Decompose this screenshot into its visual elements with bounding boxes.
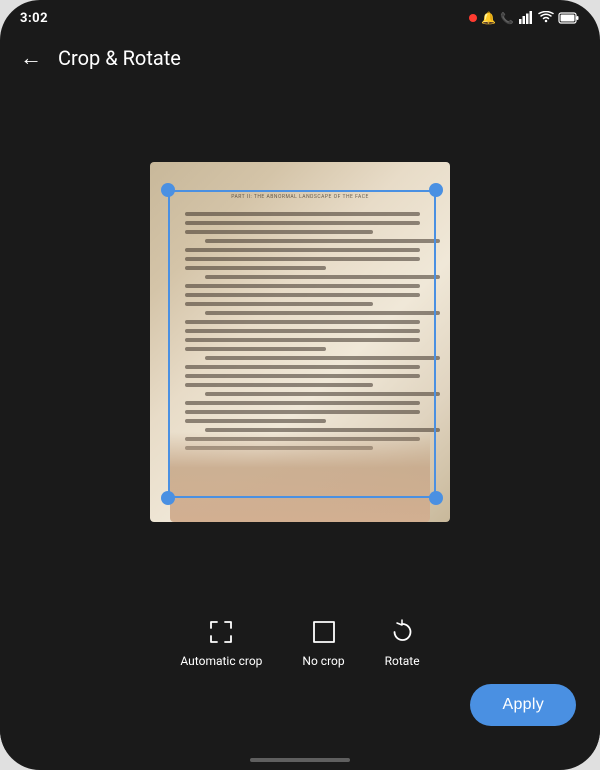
notification-icon: 🔔 xyxy=(481,11,496,25)
text-line xyxy=(185,221,420,225)
rotate-label: Rotate xyxy=(385,654,420,668)
text-line xyxy=(185,266,326,270)
text-line xyxy=(185,212,420,216)
no-crop-icon xyxy=(308,616,340,648)
tool-no-crop[interactable]: No crop xyxy=(302,616,344,668)
text-line xyxy=(185,293,420,297)
text-line xyxy=(185,347,326,351)
top-bar: ← Crop & Rotate xyxy=(0,32,600,84)
text-line xyxy=(185,284,420,288)
text-line xyxy=(205,275,440,279)
text-line xyxy=(205,392,440,396)
home-indicator xyxy=(0,750,600,770)
apply-row: Apply xyxy=(0,684,600,742)
text-line xyxy=(185,302,373,306)
call-icon: 📞 xyxy=(500,12,514,25)
text-line xyxy=(205,239,440,243)
status-time: 3:02 xyxy=(20,11,48,26)
text-line xyxy=(185,374,420,378)
text-line xyxy=(185,257,420,261)
text-line xyxy=(205,356,440,360)
no-crop-label: No crop xyxy=(302,654,344,668)
scan-image-wrapper: PART II: THE ABNORMAL LANDSCAPE OF THE F… xyxy=(150,162,450,522)
text-line xyxy=(185,320,420,324)
hand-area xyxy=(170,432,430,522)
text-line xyxy=(185,401,420,405)
text-line xyxy=(185,383,373,387)
scan-image: PART II: THE ABNORMAL LANDSCAPE OF THE F… xyxy=(150,162,450,522)
back-button[interactable]: ← xyxy=(20,45,42,71)
page-title: Crop & Rotate xyxy=(58,46,181,70)
text-line xyxy=(185,248,420,252)
auto-crop-label: Automatic crop xyxy=(180,654,262,668)
book-page-bg: PART II: THE ABNORMAL LANDSCAPE OF THE F… xyxy=(150,162,450,522)
text-line xyxy=(185,410,420,414)
text-line xyxy=(185,338,420,342)
tool-automatic-crop[interactable]: Automatic crop xyxy=(180,616,262,668)
auto-crop-icon xyxy=(205,616,237,648)
tool-options: Automatic crop No crop xyxy=(0,616,600,668)
recording-dot xyxy=(469,14,477,22)
text-line xyxy=(185,329,420,333)
text-lines xyxy=(185,212,420,462)
text-line xyxy=(185,365,420,369)
text-line xyxy=(185,419,326,423)
signal-icon xyxy=(518,11,534,25)
page-header-text: PART II: THE ABNORMAL LANDSCAPE OF THE F… xyxy=(231,194,369,200)
apply-button[interactable]: Apply xyxy=(470,684,576,726)
image-container: PART II: THE ABNORMAL LANDSCAPE OF THE F… xyxy=(0,84,600,600)
tool-rotate[interactable]: Rotate xyxy=(385,616,420,668)
status-bar: 3:02 🔔 📞 xyxy=(0,0,600,32)
wifi-icon xyxy=(538,11,554,25)
home-bar xyxy=(250,758,350,762)
bottom-toolbar: Automatic crop No crop xyxy=(0,600,600,750)
text-line xyxy=(205,311,440,315)
rotate-icon xyxy=(386,616,418,648)
phone-frame: 3:02 🔔 📞 xyxy=(0,0,600,770)
battery-icon xyxy=(558,11,580,25)
status-icons: 🔔 📞 xyxy=(469,11,580,25)
text-line xyxy=(185,230,373,234)
